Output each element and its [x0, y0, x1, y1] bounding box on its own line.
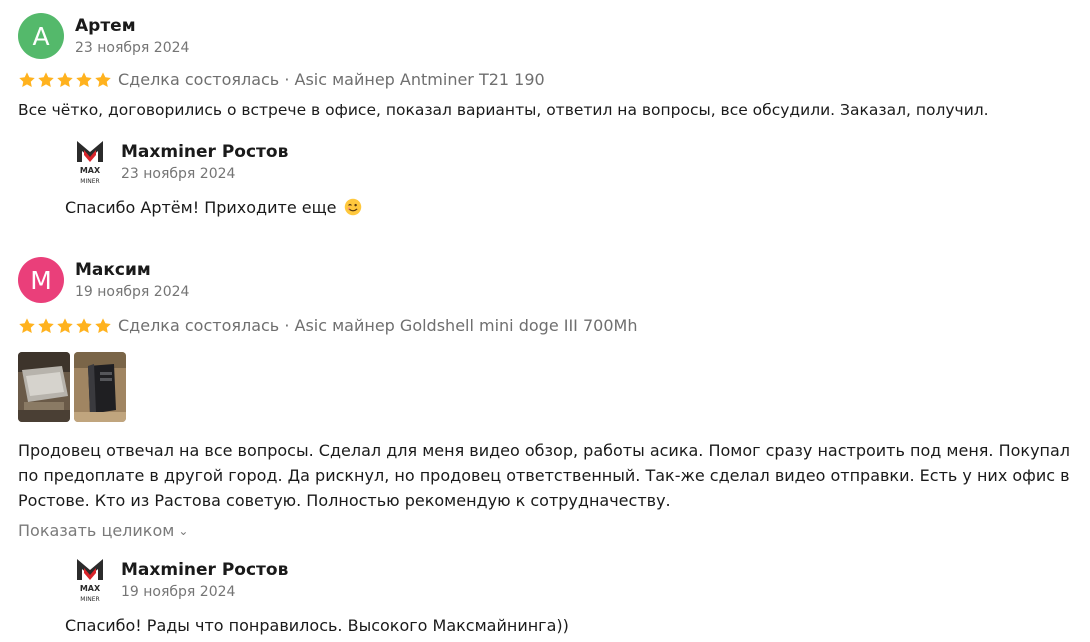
avatar-letter: М	[30, 265, 52, 295]
review-text: Продовец отвечал на все вопросы. Сделал …	[18, 438, 1078, 513]
review: А Артем 23 ноября 2024 Сделка состоялась…	[0, 0, 1090, 240]
star-icon	[57, 318, 73, 334]
review-photo[interactable]	[18, 352, 70, 422]
star-icon	[19, 318, 35, 334]
svg-text:MAX: MAX	[80, 584, 101, 593]
reply-text: Спасибо! Рады что понравилось. Высокого …	[65, 616, 569, 635]
winking-face-icon	[344, 198, 361, 216]
svg-text:MAX: MAX	[80, 166, 101, 175]
review: М Максим 19 ноября 2024 Сделка состоялас…	[0, 250, 1090, 642]
reply-date: 23 ноября 2024	[121, 166, 236, 182]
review-photo[interactable]	[74, 352, 126, 422]
seller-reply: MAX MINER Maxminer Ростов 19 ноября 2024…	[64, 556, 664, 642]
reply-text: Спасибо Артём! Приходите еще	[65, 195, 362, 220]
review-date: 23 ноября 2024	[75, 40, 190, 56]
review-text-line: Продовец отвечал на все вопросы. Сделал …	[18, 441, 1071, 460]
star-icon	[95, 318, 111, 334]
svg-text:MINER: MINER	[80, 178, 99, 185]
star-icon	[19, 72, 35, 88]
star-icon	[57, 72, 73, 88]
avatar[interactable]: А	[18, 13, 64, 59]
reply-date: 19 ноября 2024	[121, 584, 236, 600]
rating-stars	[18, 317, 112, 335]
show-full-button[interactable]: Показать целиком ⌄	[18, 521, 188, 540]
star-icon	[76, 72, 92, 88]
maxminer-logo-icon[interactable]: MAX MINER	[75, 557, 105, 605]
rating-stars	[18, 71, 112, 89]
deal-info: Сделка состоялась · Asic майнер Goldshel…	[118, 316, 638, 335]
avatar-letter: А	[32, 21, 50, 51]
svg-text:MINER: MINER	[80, 596, 99, 603]
deal-info: Сделка состоялась · Asic майнер Antminer…	[118, 70, 545, 89]
star-icon	[76, 318, 92, 334]
star-icon	[38, 72, 54, 88]
star-icon	[38, 318, 54, 334]
maxminer-logo-icon[interactable]: MAX MINER	[75, 139, 105, 187]
review-author[interactable]: Максим	[75, 260, 151, 280]
review-date: 19 ноября 2024	[75, 284, 190, 300]
review-photo-1-image	[18, 352, 70, 422]
seller-reply: MAX MINER Maxminer Ростов 23 ноября 2024…	[64, 138, 664, 228]
review-author[interactable]: Артем	[75, 16, 136, 36]
review-text-line: по предоплате в другой город. Да рискнул…	[18, 466, 1070, 485]
review-photo-2-image	[74, 352, 126, 422]
review-text: Все чётко, договорились о встрече в офис…	[18, 101, 989, 119]
reply-text-content: Спасибо Артём! Приходите еще	[65, 198, 337, 217]
star-icon	[95, 72, 111, 88]
review-text-line: Ростове. Кто из Растова советую. Полност…	[18, 491, 671, 510]
reply-author[interactable]: Maxminer Ростов	[121, 560, 288, 580]
avatar[interactable]: М	[18, 257, 64, 303]
reply-author[interactable]: Maxminer Ростов	[121, 142, 288, 162]
show-full-label: Показать целиком	[18, 521, 175, 540]
chevron-down-icon: ⌄	[178, 524, 189, 538]
